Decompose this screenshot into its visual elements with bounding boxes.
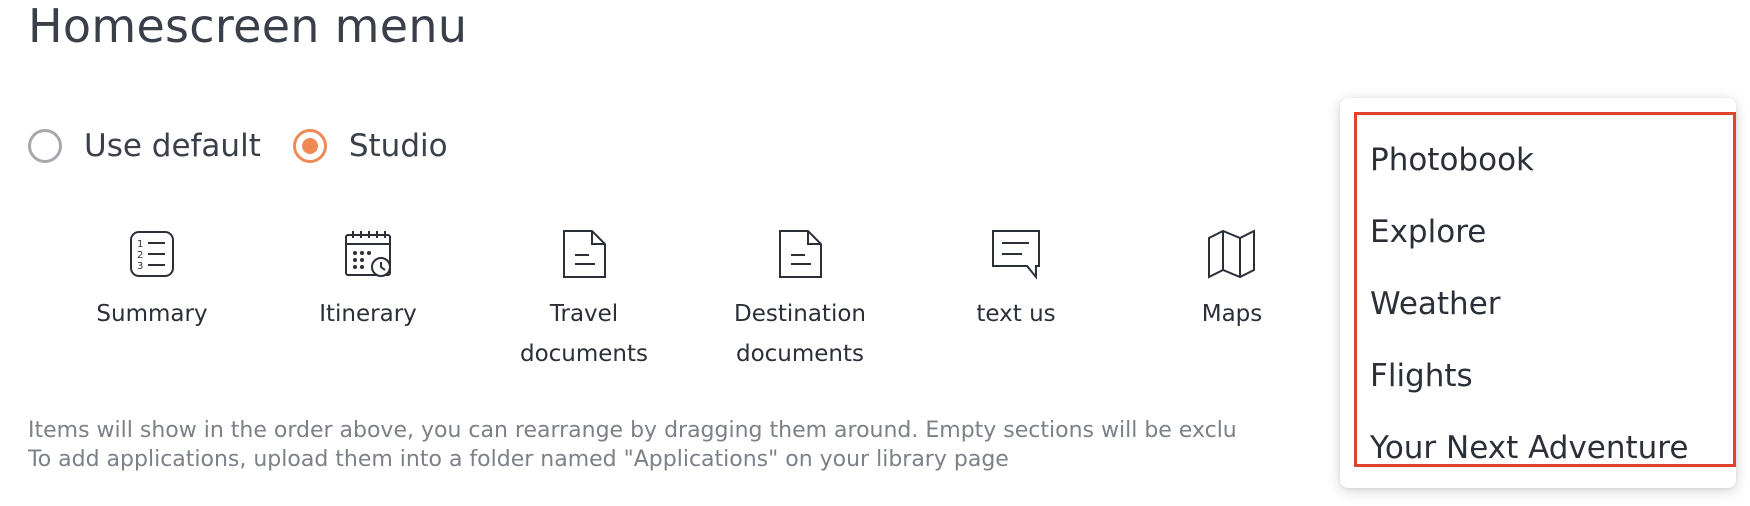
menu-tiles: 1 2 3 Summary Itinerary Travel documents… [44, 228, 1340, 374]
document-icon [774, 228, 826, 280]
tile-text-us[interactable]: text us [908, 228, 1124, 374]
page-title: Homescreen menu [28, 0, 468, 53]
dropdown-item-flights[interactable]: Flights [1370, 340, 1688, 412]
svg-text:1: 1 [137, 239, 143, 250]
help-text-line-reorder: Items will show in the order above, you … [28, 418, 1237, 443]
dropdown-item-explore[interactable]: Explore [1370, 196, 1688, 268]
tile-maps[interactable]: Maps [1124, 228, 1340, 374]
add-item-dropdown: Photobook Explore Weather Flights Your N… [1340, 98, 1736, 488]
folded-map-icon [1206, 228, 1258, 280]
tile-destination-documents[interactable]: Destination documents [692, 228, 908, 374]
chat-bubble-icon [990, 228, 1042, 280]
dropdown-item-weather[interactable]: Weather [1370, 268, 1688, 340]
dropdown-item-photobook[interactable]: Photobook [1370, 124, 1688, 196]
radio-label-studio: Studio [348, 128, 448, 164]
radio-unchecked-icon[interactable] [28, 129, 62, 163]
tile-label-text-us: text us [976, 301, 1056, 327]
help-text-line-applications: To add applications, upload them into a … [28, 447, 1009, 472]
calendar-clock-icon [342, 228, 394, 280]
svg-text:2: 2 [137, 250, 143, 261]
numbered-list-icon: 1 2 3 [126, 228, 178, 280]
radio-checked-icon[interactable] [292, 129, 327, 163]
radio-studio[interactable]: Studio [292, 128, 448, 164]
tile-label-maps: Maps [1201, 301, 1263, 327]
tile-summary[interactable]: 1 2 3 Summary [44, 228, 260, 374]
tile-label-destination-documents: Destination documents [734, 301, 866, 367]
tile-label-summary: Summary [96, 301, 208, 327]
radio-use-default[interactable]: Use default [28, 128, 261, 164]
radio-label-use-default: Use default [84, 128, 261, 164]
tile-travel-documents[interactable]: Travel documents [476, 228, 692, 374]
svg-text:3: 3 [137, 261, 143, 272]
document-icon [558, 228, 610, 280]
homescreen-source-radio-group: Use default Studio [28, 128, 480, 164]
dropdown-list: Photobook Explore Weather Flights Your N… [1370, 124, 1688, 484]
help-text: Items will show in the order above, you … [28, 416, 1237, 474]
dropdown-item-your-next-adventure[interactable]: Your Next Adventure [1370, 412, 1688, 484]
tile-label-itinerary: Itinerary [319, 301, 417, 327]
tile-label-travel-documents: Travel documents [519, 301, 649, 367]
tile-itinerary[interactable]: Itinerary [260, 228, 476, 374]
